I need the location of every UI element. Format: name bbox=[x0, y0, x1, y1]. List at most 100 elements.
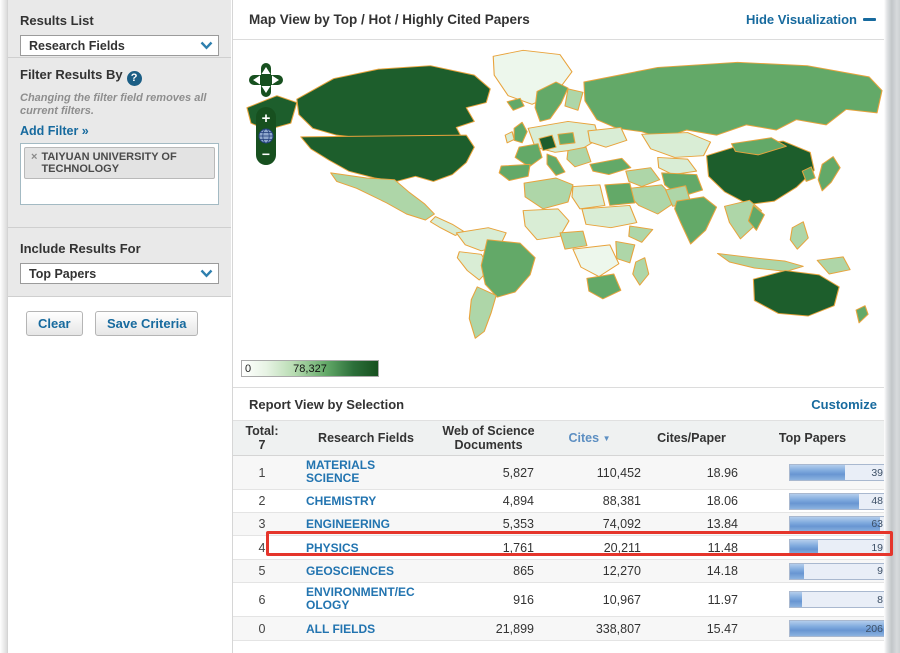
map-region-spain[interactable] bbox=[498, 163, 531, 182]
table-row: 2 CHEMISTRY 4,894 88,381 18.06 48 bbox=[233, 490, 885, 513]
map-region-south-africa[interactable] bbox=[586, 273, 622, 300]
field-link[interactable]: PHYSICS bbox=[306, 541, 359, 555]
map-region-libya[interactable] bbox=[571, 184, 606, 210]
rank-cell: 5 bbox=[258, 564, 266, 578]
cites-cell: 20,211 bbox=[603, 540, 641, 555]
map-region-finland[interactable] bbox=[564, 88, 584, 111]
map-region-philippines[interactable] bbox=[789, 221, 809, 250]
close-icon[interactable]: × bbox=[31, 151, 37, 163]
vertical-scrollbar[interactable] bbox=[884, 0, 900, 653]
map-region-turkey[interactable] bbox=[589, 157, 632, 176]
field-link[interactable]: CHEMISTRY bbox=[306, 495, 376, 508]
customize-link[interactable]: Customize bbox=[811, 397, 877, 412]
map-region-central-asia[interactable] bbox=[657, 156, 698, 176]
cites-cell: 10,967 bbox=[602, 592, 641, 607]
main-panel: Map View by Top / Hot / Highly Cited Pap… bbox=[232, 0, 893, 653]
zoom-out-icon[interactable]: − bbox=[262, 146, 270, 162]
map-region-central-africa[interactable] bbox=[572, 244, 620, 278]
hide-visualization-link[interactable]: Hide Visualization bbox=[746, 12, 876, 27]
zoom-in-icon[interactable]: + bbox=[262, 110, 271, 127]
rank-cell: 1 bbox=[258, 465, 266, 480]
map-region-japan[interactable] bbox=[817, 156, 841, 192]
map-region-france[interactable] bbox=[514, 143, 543, 168]
report-header: Report View by Selection Customize bbox=[233, 387, 885, 420]
map-region-kazakhstan[interactable] bbox=[641, 132, 712, 158]
cites-cell: 88,381 bbox=[602, 494, 641, 508]
map-region-nigeria[interactable] bbox=[559, 230, 588, 250]
filter-section: Filter Results By? Changing the filter f… bbox=[8, 58, 231, 228]
map-region-brazil[interactable] bbox=[480, 239, 536, 298]
map-region-balkans[interactable] bbox=[566, 146, 592, 168]
top-papers-bar: 63 bbox=[789, 515, 885, 533]
map-region-uk[interactable] bbox=[513, 121, 528, 144]
field-link[interactable]: ALL FIELDS bbox=[306, 622, 375, 636]
include-results-heading: Include Results For bbox=[20, 241, 141, 256]
map-region-madagascar[interactable] bbox=[632, 257, 650, 286]
rank-cell: 2 bbox=[258, 494, 266, 508]
map-region-russia[interactable] bbox=[583, 61, 883, 140]
top-papers-bar: 9 bbox=[789, 562, 885, 580]
report-table: Total: 7 Research Fields Web of Science … bbox=[233, 420, 885, 641]
map-region-north-africa[interactable] bbox=[523, 177, 574, 210]
map-region-ethiopia[interactable] bbox=[628, 225, 654, 243]
column-header-cites-per-paper[interactable]: Cites/Paper bbox=[643, 428, 740, 448]
cites-per-paper-cell: 18.96 bbox=[706, 465, 738, 480]
filter-tag-label: TAIYUAN UNIVERSITY OF TECHNOLOGY bbox=[41, 151, 177, 175]
map-region-iceland[interactable] bbox=[506, 97, 525, 111]
docs-cell: 4,894 bbox=[502, 494, 534, 508]
cites-cell: 110,452 bbox=[596, 465, 641, 480]
clear-button[interactable]: Clear bbox=[26, 311, 83, 336]
rank-cell: 6 bbox=[258, 592, 266, 607]
map-region-italy[interactable] bbox=[546, 153, 566, 176]
rank-cell: 3 bbox=[258, 517, 266, 531]
rank-cell: 0 bbox=[258, 621, 266, 636]
map-region-png[interactable] bbox=[816, 256, 851, 275]
column-header-top-papers[interactable]: Top Papers bbox=[740, 428, 885, 448]
field-link[interactable]: ENGINEERING bbox=[306, 518, 390, 531]
column-header-research-fields[interactable]: Research Fields bbox=[291, 428, 441, 448]
include-results-dropdown[interactable]: Top Papers bbox=[20, 263, 219, 284]
column-header-cites[interactable]: Cites ▼ bbox=[536, 428, 643, 449]
map-region-ukraine[interactable] bbox=[587, 126, 628, 148]
map-region-ireland[interactable] bbox=[504, 131, 515, 144]
map-region-middle-east[interactable] bbox=[625, 167, 661, 188]
field-link[interactable]: ENVIRONMENT/ECOLOGY bbox=[306, 585, 418, 612]
map-region-australia[interactable] bbox=[752, 270, 840, 317]
cites-label: Cites bbox=[568, 430, 600, 445]
pan-control[interactable] bbox=[249, 63, 283, 97]
table-row: 0 ALL FIELDS 21,899 338,807 15.47 206 bbox=[233, 617, 885, 641]
top-papers-value: 63 bbox=[871, 518, 883, 530]
docs-cell: 21,899 bbox=[495, 621, 534, 636]
map-region-sudan-band[interactable] bbox=[581, 204, 638, 229]
map-region-new-zealand[interactable] bbox=[855, 305, 869, 324]
map-region-argentina[interactable] bbox=[468, 286, 497, 339]
top-papers-value: 19 bbox=[871, 541, 883, 554]
save-criteria-button[interactable]: Save Criteria bbox=[94, 311, 199, 336]
cites-per-paper-cell: 11.48 bbox=[707, 540, 738, 555]
filter-tag: × TAIYUAN UNIVERSITY OF TECHNOLOGY bbox=[24, 147, 215, 179]
zoom-control[interactable]: + − bbox=[256, 107, 276, 165]
map-region-usa[interactable] bbox=[300, 134, 475, 182]
map-region-east-africa[interactable] bbox=[615, 240, 636, 264]
map-region-indonesia[interactable] bbox=[716, 252, 804, 272]
top-papers-bar: 48 bbox=[789, 492, 885, 510]
add-filter-link[interactable]: Add Filter » bbox=[20, 124, 89, 138]
table-row: 5 GEOSCIENCES 865 12,270 14.18 9 bbox=[233, 560, 885, 583]
help-icon[interactable]: ? bbox=[126, 71, 142, 86]
column-header-wos-documents[interactable]: Web of Science Documents bbox=[441, 421, 536, 455]
map-region-poland[interactable] bbox=[557, 132, 576, 146]
top-papers-value: 206 bbox=[865, 622, 883, 635]
docs-cell: 5,353 bbox=[502, 517, 534, 531]
map-region-india[interactable] bbox=[674, 196, 718, 245]
map-region-canada[interactable] bbox=[296, 65, 491, 143]
cites-per-paper-cell: 13.84 bbox=[706, 517, 738, 531]
map-region-mexico[interactable] bbox=[330, 172, 435, 221]
docs-cell: 865 bbox=[513, 564, 534, 578]
cites-per-paper-cell: 18.06 bbox=[706, 494, 738, 508]
results-list-dropdown[interactable]: Research Fields bbox=[20, 35, 219, 56]
table-row: 3 ENGINEERING 5,353 74,092 13.84 63 bbox=[233, 513, 885, 536]
field-link[interactable]: MATERIALS SCIENCE bbox=[306, 458, 418, 485]
map-region-egypt[interactable] bbox=[604, 182, 636, 206]
field-link[interactable]: GEOSCIENCES bbox=[306, 565, 394, 578]
minus-icon bbox=[863, 18, 876, 21]
